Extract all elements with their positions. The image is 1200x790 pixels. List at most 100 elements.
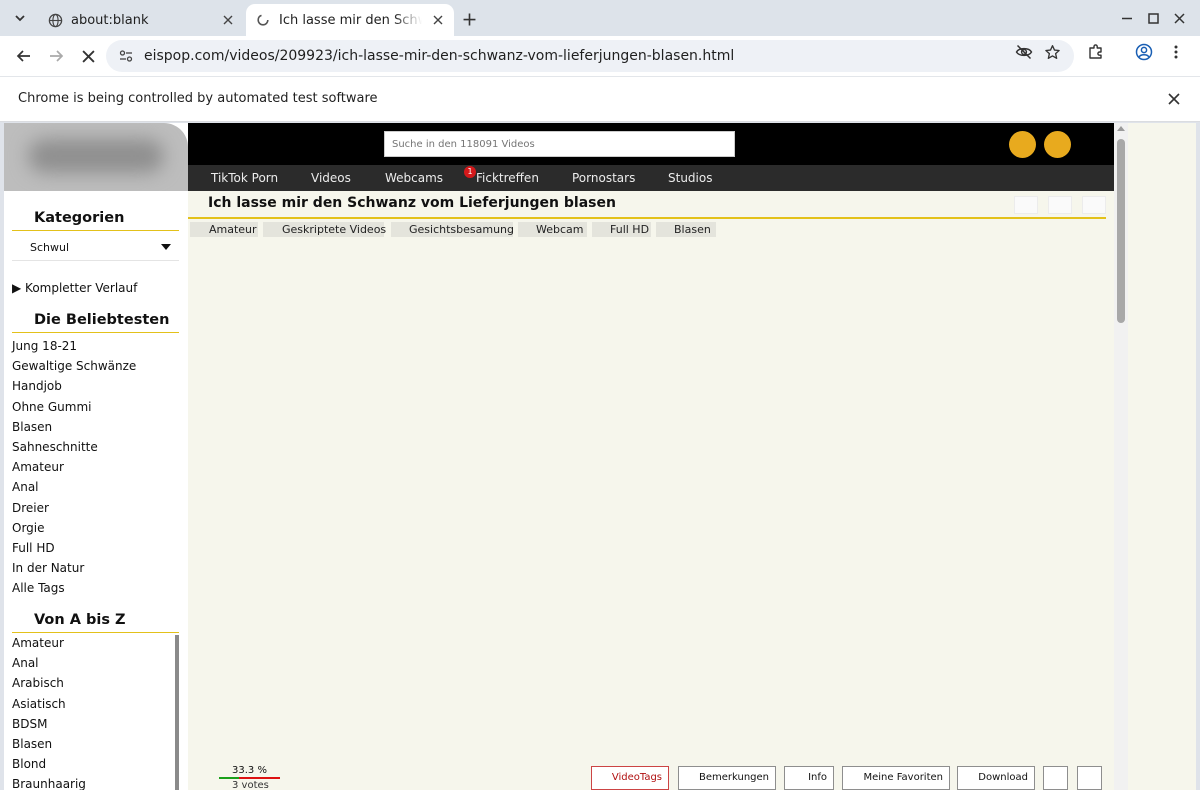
extra-action-button[interactable]: [1077, 766, 1102, 790]
a-to-z-item[interactable]: Asiatisch: [12, 696, 86, 716]
scroll-thumb[interactable]: [1117, 139, 1125, 323]
video-tag[interactable]: Blasen: [656, 222, 716, 237]
nav-studios[interactable]: Studios: [668, 171, 712, 185]
maximize-button[interactable]: [1144, 9, 1162, 27]
globe-icon: [47, 12, 63, 28]
title-divider: [188, 217, 1106, 219]
video-tag[interactable]: Amateur: [190, 222, 258, 237]
profile-avatar-icon[interactable]: [1134, 42, 1154, 62]
a-to-z-heading: Von A bis Z: [12, 611, 179, 633]
popular-item[interactable]: Jung 18-21: [12, 338, 136, 358]
categories-heading: Kategorien: [12, 209, 179, 231]
popular-item[interactable]: Sahneschnitte: [12, 439, 136, 459]
tab-search-button[interactable]: [8, 6, 32, 30]
minimize-button[interactable]: [1118, 9, 1136, 27]
scroll-up-arrow-icon[interactable]: [1117, 126, 1125, 131]
site-logo[interactable]: [4, 123, 188, 191]
popular-item[interactable]: Handjob: [12, 378, 136, 398]
maximize-icon: [1147, 12, 1159, 24]
eye-off-icon[interactable]: [1014, 42, 1034, 62]
video-player[interactable]: [188, 241, 1114, 751]
video-tag[interactable]: Webcam: [518, 222, 587, 237]
address-bar[interactable]: eispop.com/videos/209923/ich-lasse-mir-d…: [106, 40, 1074, 72]
right-margin: [1128, 123, 1196, 790]
arrow-left-icon: [16, 50, 30, 62]
nav-ficktreffen[interactable]: Ficktreffen: [476, 171, 539, 185]
a-to-z-item[interactable]: BDSM: [12, 716, 86, 736]
popular-item[interactable]: In der Natur: [12, 560, 136, 580]
tab-about-blank[interactable]: about:blank: [38, 4, 244, 36]
caret-down-icon: [161, 244, 171, 250]
rating-bar: [219, 777, 280, 779]
nav-webcams[interactable]: Webcams: [385, 171, 443, 185]
extensions-puzzle-icon[interactable]: [1086, 42, 1106, 62]
info-button[interactable]: Info: [784, 766, 834, 790]
videotags-button[interactable]: VideoTags: [591, 766, 669, 790]
nav-videos[interactable]: Videos: [311, 171, 351, 185]
close-icon: [81, 49, 95, 63]
download-button[interactable]: Download: [957, 766, 1035, 790]
extra-action-button[interactable]: [1043, 766, 1068, 790]
popular-item[interactable]: Dreier: [12, 500, 136, 520]
loading-icon: [255, 12, 271, 28]
popular-item[interactable]: Alle Tags: [12, 580, 136, 600]
title-action-box[interactable]: [1048, 196, 1072, 214]
forward-button[interactable]: [44, 44, 68, 68]
menu-kebab-icon[interactable]: [1166, 42, 1186, 62]
new-tab-button[interactable]: [458, 8, 480, 30]
a-to-z-item[interactable]: Blasen: [12, 736, 86, 756]
a-to-z-scrollbar[interactable]: [175, 635, 179, 790]
category-selected-value: Schwul: [30, 241, 70, 254]
a-to-z-item[interactable]: Arabisch: [12, 675, 86, 695]
site-nav: TikTok Porn Videos Webcams 1 Ficktreffen…: [188, 165, 1114, 191]
close-icon[interactable]: [1166, 91, 1182, 107]
notification-badge: 1: [464, 166, 476, 178]
popular-item[interactable]: Ohne Gummi: [12, 399, 136, 419]
video-tag[interactable]: Geskriptete Videos: [263, 222, 386, 237]
stop-loading-button[interactable]: [76, 44, 100, 68]
popular-item[interactable]: Blasen: [12, 419, 136, 439]
title-action-box[interactable]: [1082, 196, 1106, 214]
popular-item[interactable]: Gewaltige Schwänze: [12, 358, 136, 378]
title-action-box[interactable]: [1014, 196, 1038, 214]
category-select[interactable]: Schwul: [12, 236, 179, 261]
a-to-z-item[interactable]: Braunhaarig: [12, 776, 86, 790]
popular-item[interactable]: Orgie: [12, 520, 136, 540]
infobar-message: Chrome is being controlled by automated …: [18, 91, 378, 106]
site-settings-icon[interactable]: [116, 46, 136, 66]
bookmark-star-icon[interactable]: [1042, 42, 1062, 62]
page-scrollbar[interactable]: [1114, 123, 1128, 790]
user-circle-button[interactable]: [1009, 131, 1036, 158]
close-icon[interactable]: [220, 12, 236, 28]
popular-heading: Die Beliebtesten: [12, 311, 179, 333]
tab-title: Ich lasse mir den Schwanz vom Lieferjung…: [279, 12, 422, 28]
video-tag[interactable]: Gesichtsbesamung: [391, 222, 514, 237]
menu-circle-button[interactable]: [1044, 131, 1071, 158]
close-icon[interactable]: [430, 12, 446, 28]
popular-item[interactable]: Amateur: [12, 459, 136, 479]
a-to-z-item[interactable]: Blond: [12, 756, 86, 776]
close-icon: [1173, 12, 1185, 24]
comments-button[interactable]: Bemerkungen: [678, 766, 776, 790]
nav-pornostars[interactable]: Pornostars: [572, 171, 635, 185]
a-to-z-scroll-area[interactable]: Amateur Anal Arabisch Asiatisch BDSM Bla…: [12, 635, 179, 790]
main-content: TikTok Porn Videos Webcams 1 Ficktreffen…: [188, 123, 1114, 790]
close-window-button[interactable]: [1170, 9, 1188, 27]
minimize-icon: [1122, 17, 1132, 20]
nav-tiktok-porn[interactable]: TikTok Porn: [211, 171, 278, 185]
back-button[interactable]: [12, 44, 36, 68]
full-history-link[interactable]: ▶ Kompletter Verlauf: [12, 281, 137, 295]
automation-infobar: Chrome is being controlled by automated …: [0, 76, 1200, 122]
video-tag[interactable]: Full HD: [592, 222, 651, 237]
page-viewport: Kategorien Schwul ▶ Kompletter Verlauf D…: [4, 123, 1196, 790]
a-to-z-item[interactable]: Anal: [12, 655, 86, 675]
popular-item[interactable]: Anal: [12, 479, 136, 499]
url-text: eispop.com/videos/209923/ich-lasse-mir-d…: [144, 48, 735, 64]
a-to-z-list: Amateur Anal Arabisch Asiatisch BDSM Bla…: [12, 635, 86, 790]
site-header: [188, 123, 1114, 165]
a-to-z-item[interactable]: Amateur: [12, 635, 86, 655]
search-input[interactable]: [384, 131, 735, 157]
favorites-button[interactable]: Meine Favoriten: [842, 766, 950, 790]
popular-item[interactable]: Full HD: [12, 540, 136, 560]
tab-current-video[interactable]: Ich lasse mir den Schwanz vom Lieferjung…: [246, 4, 454, 36]
